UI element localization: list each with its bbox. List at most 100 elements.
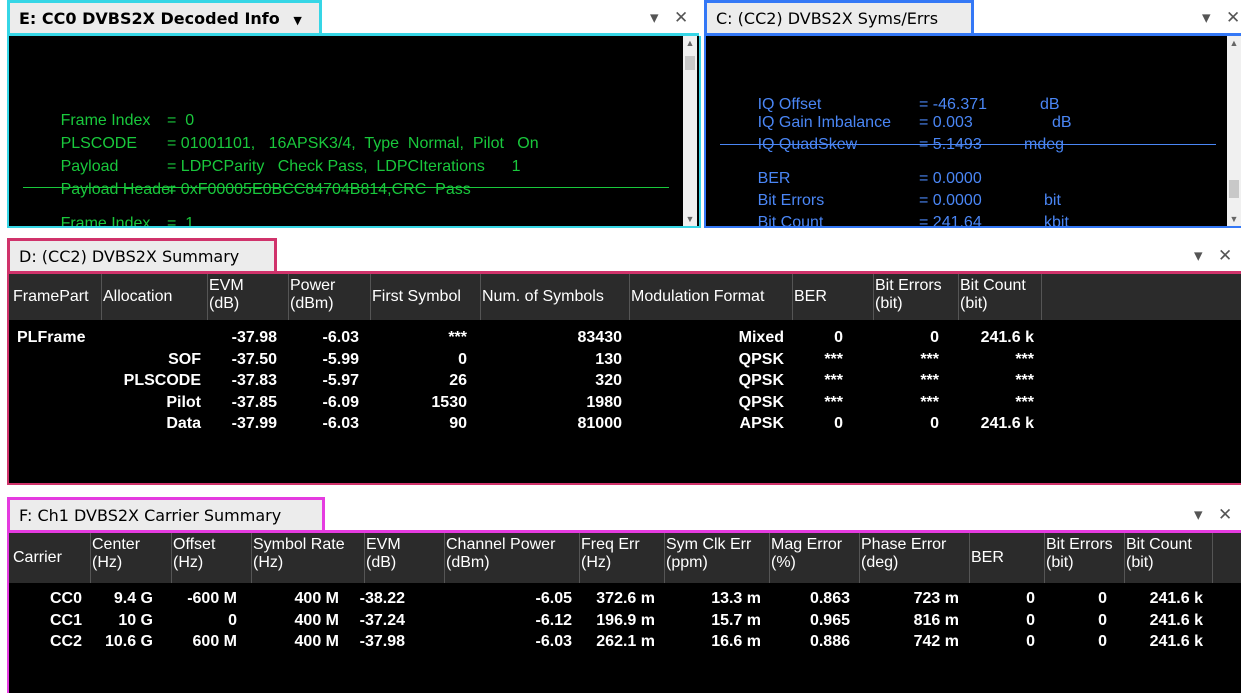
dropdown-icon[interactable]: ▾ (1194, 505, 1203, 525)
f-header[interactable]: Channel Power (dBm) (446, 536, 555, 572)
table-cell: 241.6 k (980, 415, 1034, 432)
f-header[interactable]: BER (971, 549, 1004, 567)
f-header[interactable]: EVM (dB) (366, 536, 401, 572)
table-cell: 0 (1026, 633, 1035, 650)
table-cell: Pilot (166, 393, 201, 411)
stat-row: IQ QuadSkew = 5.1493 mdeg (757, 136, 1065, 153)
table-cell: QPSK (738, 350, 784, 368)
table-cell: *** (920, 393, 939, 411)
dropdown-icon[interactable]: ▾ (650, 8, 659, 28)
table-row[interactable]: PLSCODE -37.83 -5.97 26 320 QPSK *** *** *** (9, 372, 1241, 394)
d-header[interactable]: Num. of Symbols (482, 288, 604, 306)
f-header[interactable]: Symbol Rate (Hz) (253, 536, 345, 572)
close-icon[interactable]: ✕ (1218, 246, 1232, 266)
table-cell: CC2 (49, 633, 82, 650)
table-cell: 400 M (294, 611, 339, 629)
close-icon[interactable]: ✕ (1226, 8, 1240, 28)
d-header[interactable]: Allocation (103, 288, 172, 306)
table-cell: -6.03 (322, 329, 359, 346)
table-cell: 10 G (118, 611, 153, 629)
table-cell: *** (1015, 350, 1034, 368)
d-header[interactable]: First Symbol (372, 288, 461, 306)
table-cell: 196.9 m (596, 611, 655, 629)
close-icon[interactable]: ✕ (1218, 505, 1232, 525)
dropdown-icon[interactable]: ▾ (1202, 8, 1211, 28)
summary-table: FramePart Allocation EVM (dB) Power (dBm) Firs… (7, 274, 1241, 485)
table-cell: -37.83 (231, 372, 277, 389)
d-header[interactable]: EVM (dB) (209, 277, 244, 313)
close-icon[interactable]: ✕ (674, 8, 688, 28)
d-header[interactable]: Modulation Format (631, 288, 764, 306)
table-row[interactable]: CC2 10.6 G 600 M 400 M -37.98 -6.03 262.1 m 16.… (9, 633, 1241, 655)
table-cell: 26 (449, 372, 467, 389)
f-header[interactable]: Mag Error (%) (771, 536, 842, 572)
table-cell: -600 M (187, 590, 237, 607)
table-cell: 0 (930, 415, 939, 432)
table-cell: 320 (595, 372, 622, 389)
table-cell: 0 (1026, 611, 1035, 629)
table-cell: 742 m (913, 633, 959, 650)
f-header[interactable]: Center (Hz) (92, 536, 140, 572)
table-cell: PLSCODE (123, 372, 201, 389)
f-header[interactable]: Sym Clk Err (ppm) (666, 536, 751, 572)
table-cell: -6.09 (322, 393, 359, 411)
table-cell: 262.1 m (596, 633, 655, 650)
table-cell: 723 m (913, 590, 959, 607)
table-cell: -37.85 (231, 393, 277, 411)
f-header[interactable]: Offset (Hz) (173, 536, 215, 572)
table-row[interactable]: SOF -37.50 -5.99 0 130 QPSK *** *** *** (9, 351, 1241, 373)
table-cell: CC1 (49, 611, 82, 629)
f-header[interactable]: Phase Error (deg) (861, 536, 946, 572)
decoded-line: Frame Index = 1 (60, 215, 195, 228)
pane-d-title: D: (CC2) DVBS2X Summary (19, 247, 240, 266)
d-header[interactable]: Bit Errors (bit) (875, 277, 942, 313)
table-cell: SOF (168, 350, 201, 368)
table-cell: 0 (1098, 611, 1107, 629)
dropdown-icon[interactable]: ▾ (1194, 246, 1203, 266)
table-cell: *** (824, 350, 843, 368)
pane-e-content: Frame Index = 0 PLSCODE = 01001101, 16APSK… (7, 36, 701, 228)
pane-c-content: IQ Offset = -46.371 dB IQ Gain Imbalance = … (704, 36, 1241, 228)
d-header[interactable]: Power (dBm) (290, 277, 335, 313)
d-header[interactable]: Bit Count (bit) (960, 277, 1026, 313)
f-header[interactable]: Bit Count (bit) (1126, 536, 1192, 572)
pane-c-syms-errs: C: (CC2) DVBS2X Syms/Errs ▾ ✕ IQ Offset =… (704, 0, 1241, 232)
table-cell: -37.98 (359, 633, 405, 650)
pane-d-summary: D: (CC2) DVBS2X Summary ▾ ✕ FramePart All… (0, 238, 1241, 488)
f-header[interactable]: Carrier (13, 549, 62, 567)
table-cell: 16.6 m (711, 633, 761, 650)
tab-pane-c[interactable]: C: (CC2) DVBS2X Syms/Errs (704, 0, 974, 35)
table-cell: -37.50 (231, 350, 277, 368)
table-cell: 0 (930, 329, 939, 346)
table-cell: 130 (595, 350, 622, 368)
table-row[interactable]: PLFrame -37.98 -6.03 *** 83430 Mixed 0 0 241.6 k (9, 329, 1241, 351)
table-cell: 241.6 k (980, 329, 1034, 346)
tab-pane-f[interactable]: F: Ch1 DVBS2X Carrier Summary (7, 497, 325, 532)
pane-f-carrier-summary: F: Ch1 DVBS2X Carrier Summary ▾ ✕ Carrie… (0, 497, 1241, 693)
d-header[interactable]: FramePart (13, 288, 89, 306)
pane-e-scrollbar[interactable]: ▲ ▼ (683, 36, 697, 226)
table-cell: 241.6 k (1149, 590, 1203, 607)
table-cell: 0 (1098, 590, 1107, 607)
table-cell: 0.965 (809, 611, 850, 629)
pane-c-title: C: (CC2) DVBS2X Syms/Errs (716, 9, 939, 28)
f-header[interactable]: Bit Errors (bit) (1046, 536, 1113, 572)
table-row[interactable]: Pilot -37.85 -6.09 1530 1980 QPSK *** *** *** (9, 394, 1241, 416)
table-cell: -5.97 (322, 372, 359, 389)
table-cell: 10.6 G (104, 633, 153, 650)
pane-e-decoded-info: E: CC0 DVBS2X Decoded Info ▼ ▾ ✕ Frame I… (0, 0, 701, 232)
tab-pane-d[interactable]: D: (CC2) DVBS2X Summary (7, 238, 277, 273)
title-menu-caret-icon[interactable]: ▼ (293, 14, 301, 27)
table-cell: *** (1015, 393, 1034, 411)
pane-c-scrollbar[interactable]: ▲ ▼ (1227, 36, 1241, 226)
d-header[interactable]: BER (794, 288, 827, 306)
pane-f-title: F: Ch1 DVBS2X Carrier Summary (19, 506, 282, 525)
tab-pane-e[interactable]: E: CC0 DVBS2X Decoded Info ▼ (7, 0, 322, 35)
table-row[interactable]: CC0 9.4 G -600 M 400 M -38.22 -6.05 372.6 m 13.… (9, 590, 1241, 612)
stat-row: Bit Count = 241.64 kbit (757, 214, 1069, 228)
f-header[interactable]: Freq Err (Hz) (581, 536, 640, 572)
table-row[interactable]: Data -37.99 -6.03 90 81000 APSK 0 0 241.6 k (9, 415, 1241, 437)
table-cell: 15.7 m (711, 611, 761, 629)
table-row[interactable]: CC1 10 G 0 400 M -37.24 -6.12 196.9 m 15.7 m 0.9… (9, 612, 1241, 634)
table-cell: *** (920, 350, 939, 368)
